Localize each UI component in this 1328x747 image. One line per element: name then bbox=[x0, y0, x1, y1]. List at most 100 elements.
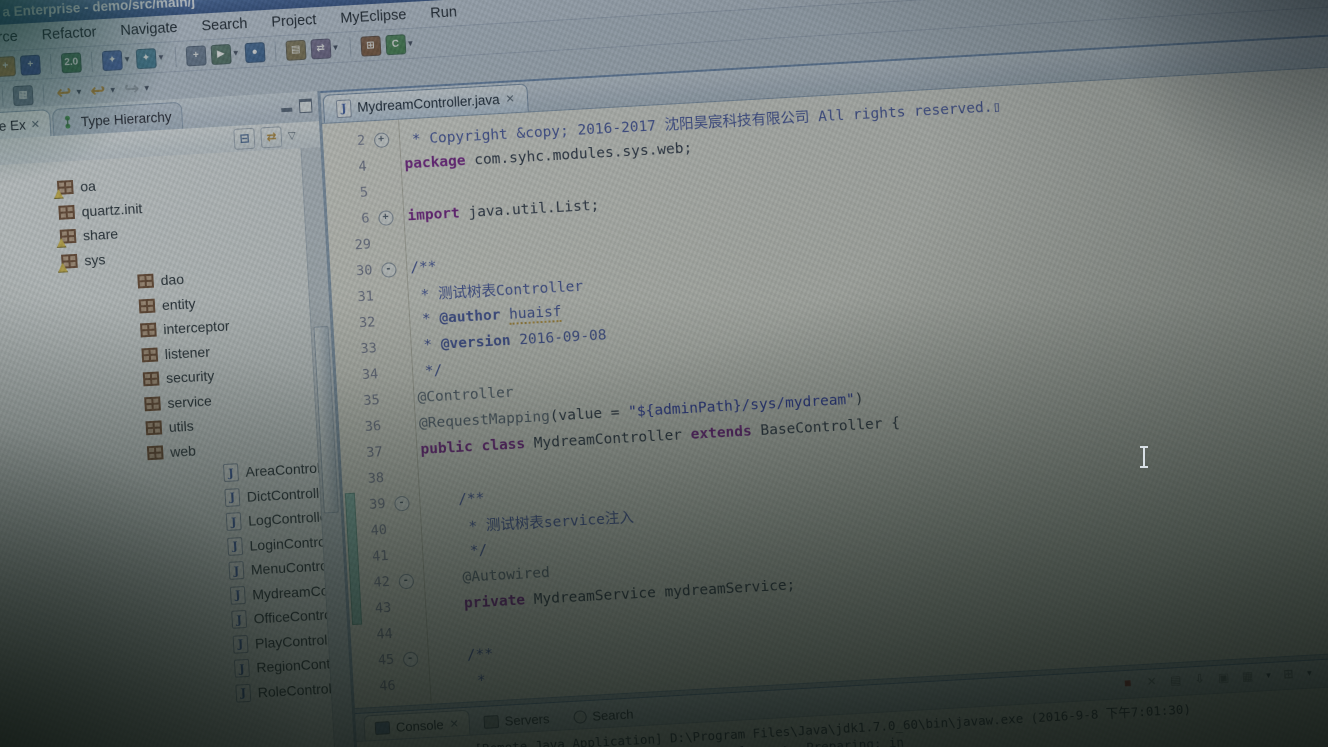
chevron-down-icon: ▼ bbox=[75, 87, 83, 96]
line-number: 45 bbox=[352, 652, 395, 670]
last-edit-location-icon: ↩ bbox=[53, 82, 74, 103]
tree-item-label: quartz.init bbox=[81, 200, 143, 219]
toolbar-button-last-edit-location-icon[interactable]: ↩▼ bbox=[53, 82, 83, 104]
code-text: * @author huaisf bbox=[407, 304, 562, 329]
toolbar-button-new-java-project-icon[interactable]: + bbox=[0, 56, 16, 77]
toolbar-button-new-server-icon[interactable]: + bbox=[185, 45, 206, 66]
toolbar-separator bbox=[2, 86, 4, 106]
code-text: */ bbox=[410, 363, 443, 381]
fold-expanded-icon[interactable]: - bbox=[380, 262, 396, 278]
package-icon bbox=[140, 323, 157, 338]
scroll-lock-icon[interactable]: ⇩ bbox=[1191, 670, 1208, 687]
fold-column bbox=[387, 528, 419, 530]
package-icon bbox=[145, 421, 162, 436]
console-tab-servers[interactable]: Servers bbox=[473, 706, 560, 735]
line-number: 5 bbox=[326, 185, 369, 203]
toolbar-button-link-icon[interactable]: ⇄▼ bbox=[310, 37, 340, 59]
toolbar-button-new-package-icon[interactable]: ⊞ bbox=[360, 35, 381, 56]
fold-column bbox=[393, 632, 425, 634]
tree-item-label: utils bbox=[168, 418, 194, 435]
fold-expanded-icon[interactable]: - bbox=[398, 573, 414, 589]
maximize-icon[interactable] bbox=[299, 99, 313, 114]
toolbar-button-new-report-icon[interactable]: ✦▼ bbox=[136, 47, 166, 69]
java-file-icon: J bbox=[230, 586, 246, 605]
fold-column bbox=[391, 606, 423, 608]
package-icon bbox=[57, 180, 74, 195]
new-report-icon: ✦ bbox=[136, 48, 157, 69]
fold-expanded-icon[interactable]: - bbox=[394, 495, 410, 511]
toolbar-button-run-on-server-icon[interactable]: ▶▼ bbox=[210, 43, 240, 65]
line-number: 44 bbox=[350, 626, 393, 644]
fold-column bbox=[384, 476, 416, 478]
web20-globe-icon: 2.0 bbox=[61, 52, 82, 73]
eclipse-window: a Enterprise - demo/src/main/j SourceRef… bbox=[0, 0, 1328, 747]
java-source-editor[interactable]: 2+ * Copyright &copy; 2016-2017 沈阳昊宸科技有限… bbox=[322, 62, 1328, 708]
tree-item-label: dao bbox=[160, 271, 184, 288]
code-text: /** bbox=[404, 259, 437, 277]
menu-item-search[interactable]: Search bbox=[189, 13, 260, 37]
menu-item-refactor[interactable]: Refactor bbox=[29, 22, 109, 46]
package-explorer-tree: oaquartz.initsharesysdaoentityintercepto… bbox=[0, 148, 343, 747]
toolbar-button-new-class-icon[interactable]: C▼ bbox=[385, 33, 415, 55]
chevron-down-icon: ▼ bbox=[1305, 668, 1313, 677]
close-icon[interactable]: ✕ bbox=[30, 117, 40, 130]
java-file-icon: J bbox=[233, 635, 249, 654]
toolbar-separator bbox=[349, 37, 351, 57]
code-text: @Controller bbox=[411, 385, 514, 407]
fold-column: - bbox=[372, 261, 405, 278]
remove-launch-icon[interactable]: ✕ bbox=[1143, 673, 1160, 690]
fold-column bbox=[380, 398, 412, 400]
terminate-icon[interactable]: ■ bbox=[1119, 674, 1136, 691]
open-console-icon[interactable]: ⊞ bbox=[1280, 665, 1297, 682]
servers-icon bbox=[483, 715, 499, 729]
fold-expanded-icon[interactable]: - bbox=[402, 651, 418, 667]
toolbar-button-forward-icon[interactable]: ↪▼ bbox=[121, 78, 151, 100]
code-text: * bbox=[427, 672, 495, 692]
paste-icon: ▤ bbox=[285, 39, 306, 60]
tree-item-label: security bbox=[166, 368, 215, 387]
java-file-icon: J bbox=[234, 659, 250, 678]
java-file-icon: J bbox=[231, 610, 247, 629]
link-with-editor-button[interactable]: ⇄ bbox=[261, 126, 283, 148]
toolbar-button-paste-icon[interactable]: ▤ bbox=[285, 39, 306, 60]
close-icon[interactable]: ✕ bbox=[449, 717, 459, 730]
minimize-icon[interactable] bbox=[281, 108, 292, 113]
menu-item-source[interactable]: Source bbox=[0, 26, 30, 50]
fold-collapsed-icon[interactable]: + bbox=[373, 132, 389, 148]
toolbar-button-new-web-project-icon[interactable]: ✦▼ bbox=[102, 49, 132, 71]
view-menu-icon[interactable]: ▽ bbox=[288, 130, 296, 141]
fold-column: + bbox=[365, 131, 398, 148]
toolbar-button-new-ejb-project-icon[interactable]: + bbox=[20, 54, 41, 75]
fold-column bbox=[374, 295, 406, 297]
toolbar-button-web-browser-icon[interactable]: ● bbox=[244, 42, 265, 63]
package-icon bbox=[58, 205, 75, 220]
new-java-project-icon: + bbox=[0, 56, 16, 77]
console-tab-search[interactable]: Search bbox=[563, 701, 644, 729]
menu-item-project[interactable]: Project bbox=[259, 9, 329, 33]
chevron-down-icon: ▼ bbox=[331, 43, 339, 52]
package-icon bbox=[139, 298, 156, 313]
pin-console-icon[interactable]: ▣ bbox=[1215, 669, 1232, 686]
clear-console-icon[interactable]: ▤ bbox=[1167, 672, 1184, 689]
menu-item-myeclipse[interactable]: MyEclipse bbox=[328, 4, 419, 29]
new-server-icon: + bbox=[185, 45, 206, 66]
menu-item-run[interactable]: Run bbox=[418, 2, 470, 25]
line-number: 32 bbox=[333, 314, 376, 332]
collapse-all-button[interactable]: ⊟ bbox=[234, 127, 256, 149]
tree-item-label: listener bbox=[164, 343, 210, 361]
java-file-icon: J bbox=[227, 537, 243, 556]
chevron-down-icon: ▼ bbox=[157, 53, 165, 62]
fold-column bbox=[378, 372, 410, 374]
toolbar-button-export-icon[interactable]: ▦ bbox=[13, 85, 34, 106]
menu-item-navigate[interactable]: Navigate bbox=[108, 17, 190, 42]
tree-item-label: share bbox=[83, 226, 119, 244]
close-icon[interactable]: ✕ bbox=[505, 92, 515, 105]
tree-item-label: oa bbox=[80, 178, 96, 195]
fold-collapsed-icon[interactable]: + bbox=[378, 210, 394, 226]
toolbar-separator bbox=[91, 51, 93, 71]
java-file-icon: J bbox=[235, 684, 251, 703]
display-console-icon[interactable]: ▦ bbox=[1239, 668, 1256, 685]
toolbar-button-web20-globe-icon[interactable]: 2.0 bbox=[61, 52, 82, 73]
toolbar-button-back-icon[interactable]: ↩▼ bbox=[87, 80, 117, 102]
java-file-icon: J bbox=[336, 99, 352, 118]
